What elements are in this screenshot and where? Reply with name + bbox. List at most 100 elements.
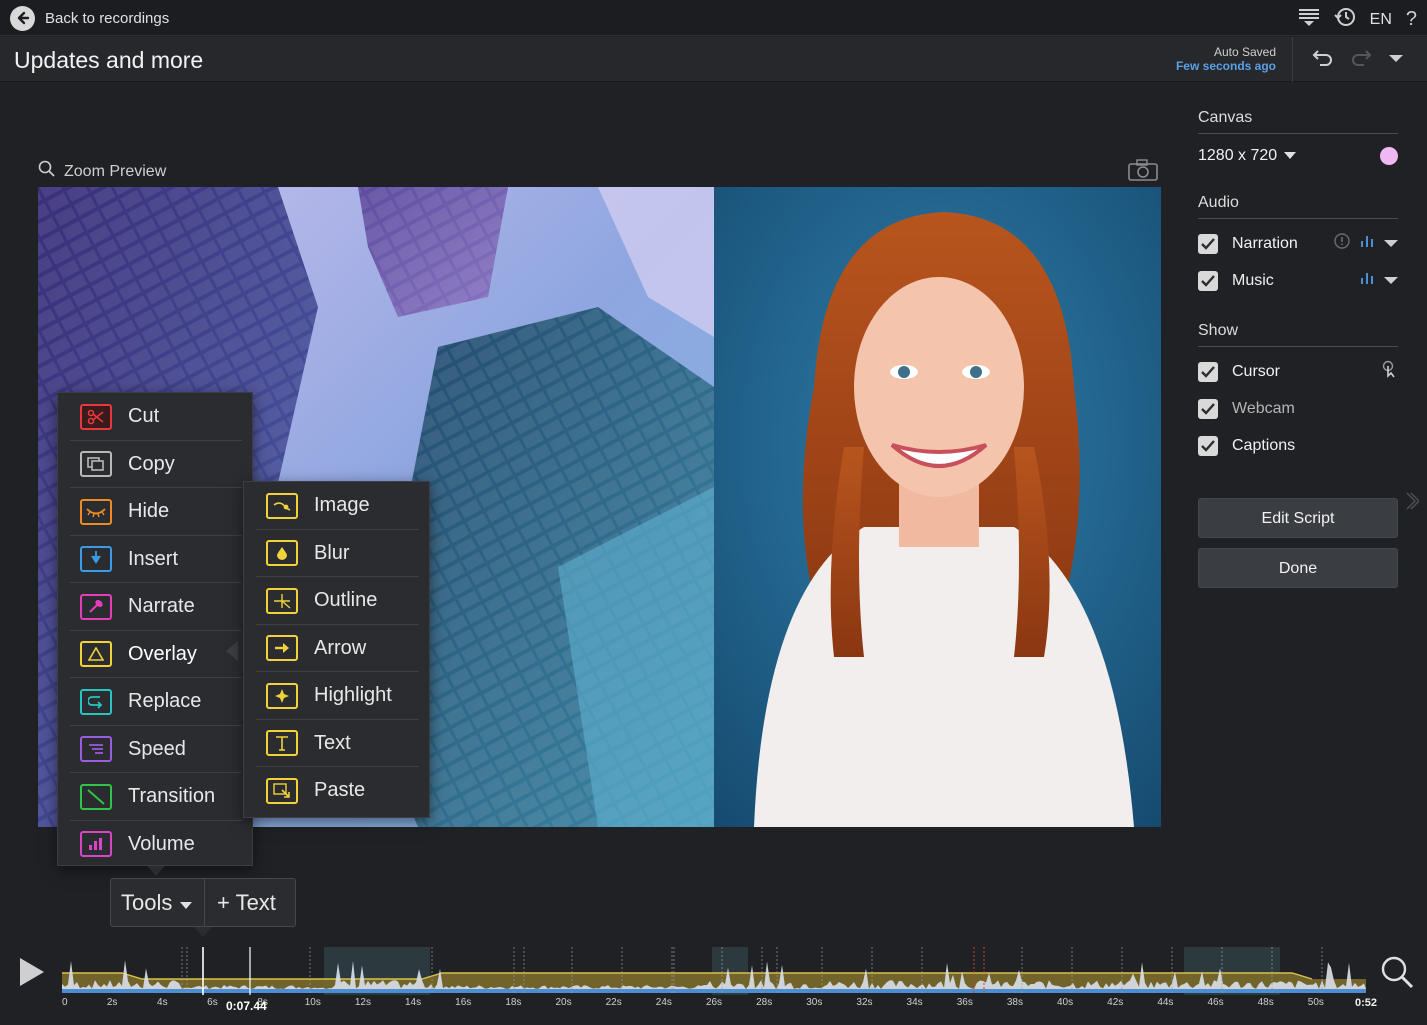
overlay-blur[interactable]: Blur [244, 530, 429, 577]
timeline-tick-label: 0 [62, 997, 68, 1008]
title-bar: Updates and more Auto Saved Few seconds … [0, 37, 1427, 82]
canvas-size-dropdown[interactable]: 1280 x 720 [1198, 147, 1297, 165]
title-divider [1292, 37, 1293, 82]
timeline: 0 2s 4s 6s 8s 10s 12s 14s 16s 18s 20s 22s 24s 26s 28s 3… [0, 943, 1427, 1025]
tool-replace[interactable]: Replace [58, 678, 252, 726]
overlay-image-label: Image [314, 494, 370, 517]
history-icon[interactable] [1333, 6, 1356, 33]
top-bar: Back to recordings EN ? [0, 0, 1427, 36]
canvas-section-title: Canvas [1198, 109, 1398, 134]
blur-icon [266, 540, 298, 567]
cursor-checkbox[interactable] [1198, 361, 1218, 382]
tool-cut[interactable]: Cut [58, 393, 252, 441]
camera-icon[interactable] [1128, 159, 1158, 186]
project-title[interactable]: Updates and more [14, 47, 203, 74]
speed-icon [80, 736, 112, 763]
highlight-icon [266, 682, 298, 709]
tools-menu: Cut Copy Hide Insert Narrate Overlay Rep… [57, 392, 253, 866]
overlay-paste[interactable]: Paste [244, 767, 429, 815]
tool-narrate[interactable]: Narrate [58, 583, 252, 631]
timeline-tick-label: 34s [906, 997, 923, 1008]
music-controls [1360, 271, 1398, 290]
timeline-tick-label: 6s [207, 997, 218, 1008]
overlay-text[interactable]: Text [244, 720, 429, 767]
timeline-tick-label: 10s [304, 997, 321, 1008]
webcam-checkbox[interactable] [1198, 398, 1218, 419]
app-window: Back to recordings EN ? Updates and more… [0, 0, 1427, 1025]
timeline-zoom-icon[interactable] [1380, 955, 1414, 994]
tool-copy[interactable]: Copy [58, 441, 252, 488]
tool-hide-label: Hide [128, 500, 170, 523]
tool-insert-label: Insert [128, 547, 179, 570]
music-checkbox[interactable] [1198, 270, 1218, 291]
timeline-track[interactable] [62, 947, 1366, 995]
timeline-tick-label: 4s [157, 997, 168, 1008]
zoom-preview-button[interactable]: Zoom Preview [38, 160, 166, 183]
text-icon [266, 730, 298, 757]
tool-overlay-label: Overlay [128, 642, 197, 665]
audio-level-icon[interactable] [1360, 234, 1374, 253]
tool-hide[interactable]: Hide [58, 488, 252, 536]
tool-replace-label: Replace [128, 690, 202, 713]
tool-volume[interactable]: Volume [58, 821, 252, 869]
narration-controls [1334, 233, 1398, 254]
narration-label: Narration [1232, 234, 1298, 252]
overlay-arrow[interactable]: Arrow [244, 625, 429, 672]
volume-icon [80, 831, 112, 858]
help-icon[interactable]: ? [1406, 8, 1417, 31]
captions-checkbox[interactable] [1198, 435, 1218, 456]
search-icon [38, 160, 56, 183]
edit-script-button[interactable]: Edit Script [1198, 498, 1398, 538]
back-to-recordings-label: Back to recordings [45, 9, 170, 27]
undo-icon[interactable] [1312, 47, 1334, 72]
tool-insert[interactable]: Insert [58, 536, 252, 583]
captions-label: Captions [1232, 436, 1296, 454]
scissors-icon [80, 403, 112, 430]
arrow-icon [266, 635, 298, 662]
more-options-icon[interactable] [1388, 51, 1404, 69]
tools-dropdown-button[interactable]: Tools [111, 879, 205, 926]
webcam-label: Webcam [1232, 399, 1295, 417]
cursor-settings-icon[interactable] [1382, 360, 1398, 383]
canvas-color-swatch[interactable] [1380, 147, 1398, 165]
add-text-button[interactable]: + Text [205, 890, 276, 916]
timeline-tick-label: 16s [455, 997, 472, 1008]
timeline-tick-label: 24s [655, 997, 672, 1008]
autosave-status: Auto Saved Few seconds ago [1176, 45, 1276, 73]
redo-icon[interactable] [1350, 47, 1372, 72]
transition-icon [80, 783, 112, 810]
language-selector[interactable]: EN [1370, 11, 1392, 29]
play-icon[interactable] [18, 957, 46, 992]
tool-speed[interactable]: Speed [58, 726, 252, 773]
overlay-paste-label: Paste [314, 779, 366, 802]
timeline-tick-label: 44s [1157, 997, 1174, 1008]
tool-speed-label: Speed [128, 737, 186, 760]
timeline-tick-label: 32s [856, 997, 873, 1008]
overlay-highlight[interactable]: Highlight [244, 672, 429, 720]
overlay-text-label: Text [314, 731, 351, 754]
audio-level-icon[interactable] [1360, 271, 1374, 290]
narration-options-chevron-icon[interactable] [1384, 235, 1398, 253]
tool-overlay[interactable]: Overlay [58, 631, 252, 678]
back-to-recordings-button[interactable]: Back to recordings [10, 5, 169, 31]
webcam-row: Webcam [1198, 390, 1398, 427]
submenu-pointer [226, 641, 238, 661]
toolbar-pointer [194, 927, 212, 937]
overlay-arrow-label: Arrow [314, 636, 367, 659]
tool-transition[interactable]: Transition [58, 773, 252, 821]
overlay-image[interactable]: Image [244, 482, 429, 530]
music-options-chevron-icon[interactable] [1384, 272, 1398, 290]
timeline-tick-label: 2s [106, 997, 118, 1008]
timeline-tick-label: 14s [405, 997, 422, 1008]
overlay-outline[interactable]: Outline [244, 577, 429, 625]
info-icon[interactable] [1334, 233, 1350, 254]
notifications-icon[interactable] [1298, 7, 1320, 32]
undo-redo-group [1312, 47, 1404, 72]
sidebar-collapse-chevron-icon[interactable] [1405, 492, 1420, 516]
tools-menu-pointer [147, 866, 165, 876]
timeline-tick-label: 42s [1107, 997, 1124, 1008]
music-label: Music [1232, 271, 1274, 289]
narration-checkbox[interactable] [1198, 233, 1218, 254]
done-button[interactable]: Done [1198, 548, 1398, 588]
copy-icon [80, 451, 112, 478]
